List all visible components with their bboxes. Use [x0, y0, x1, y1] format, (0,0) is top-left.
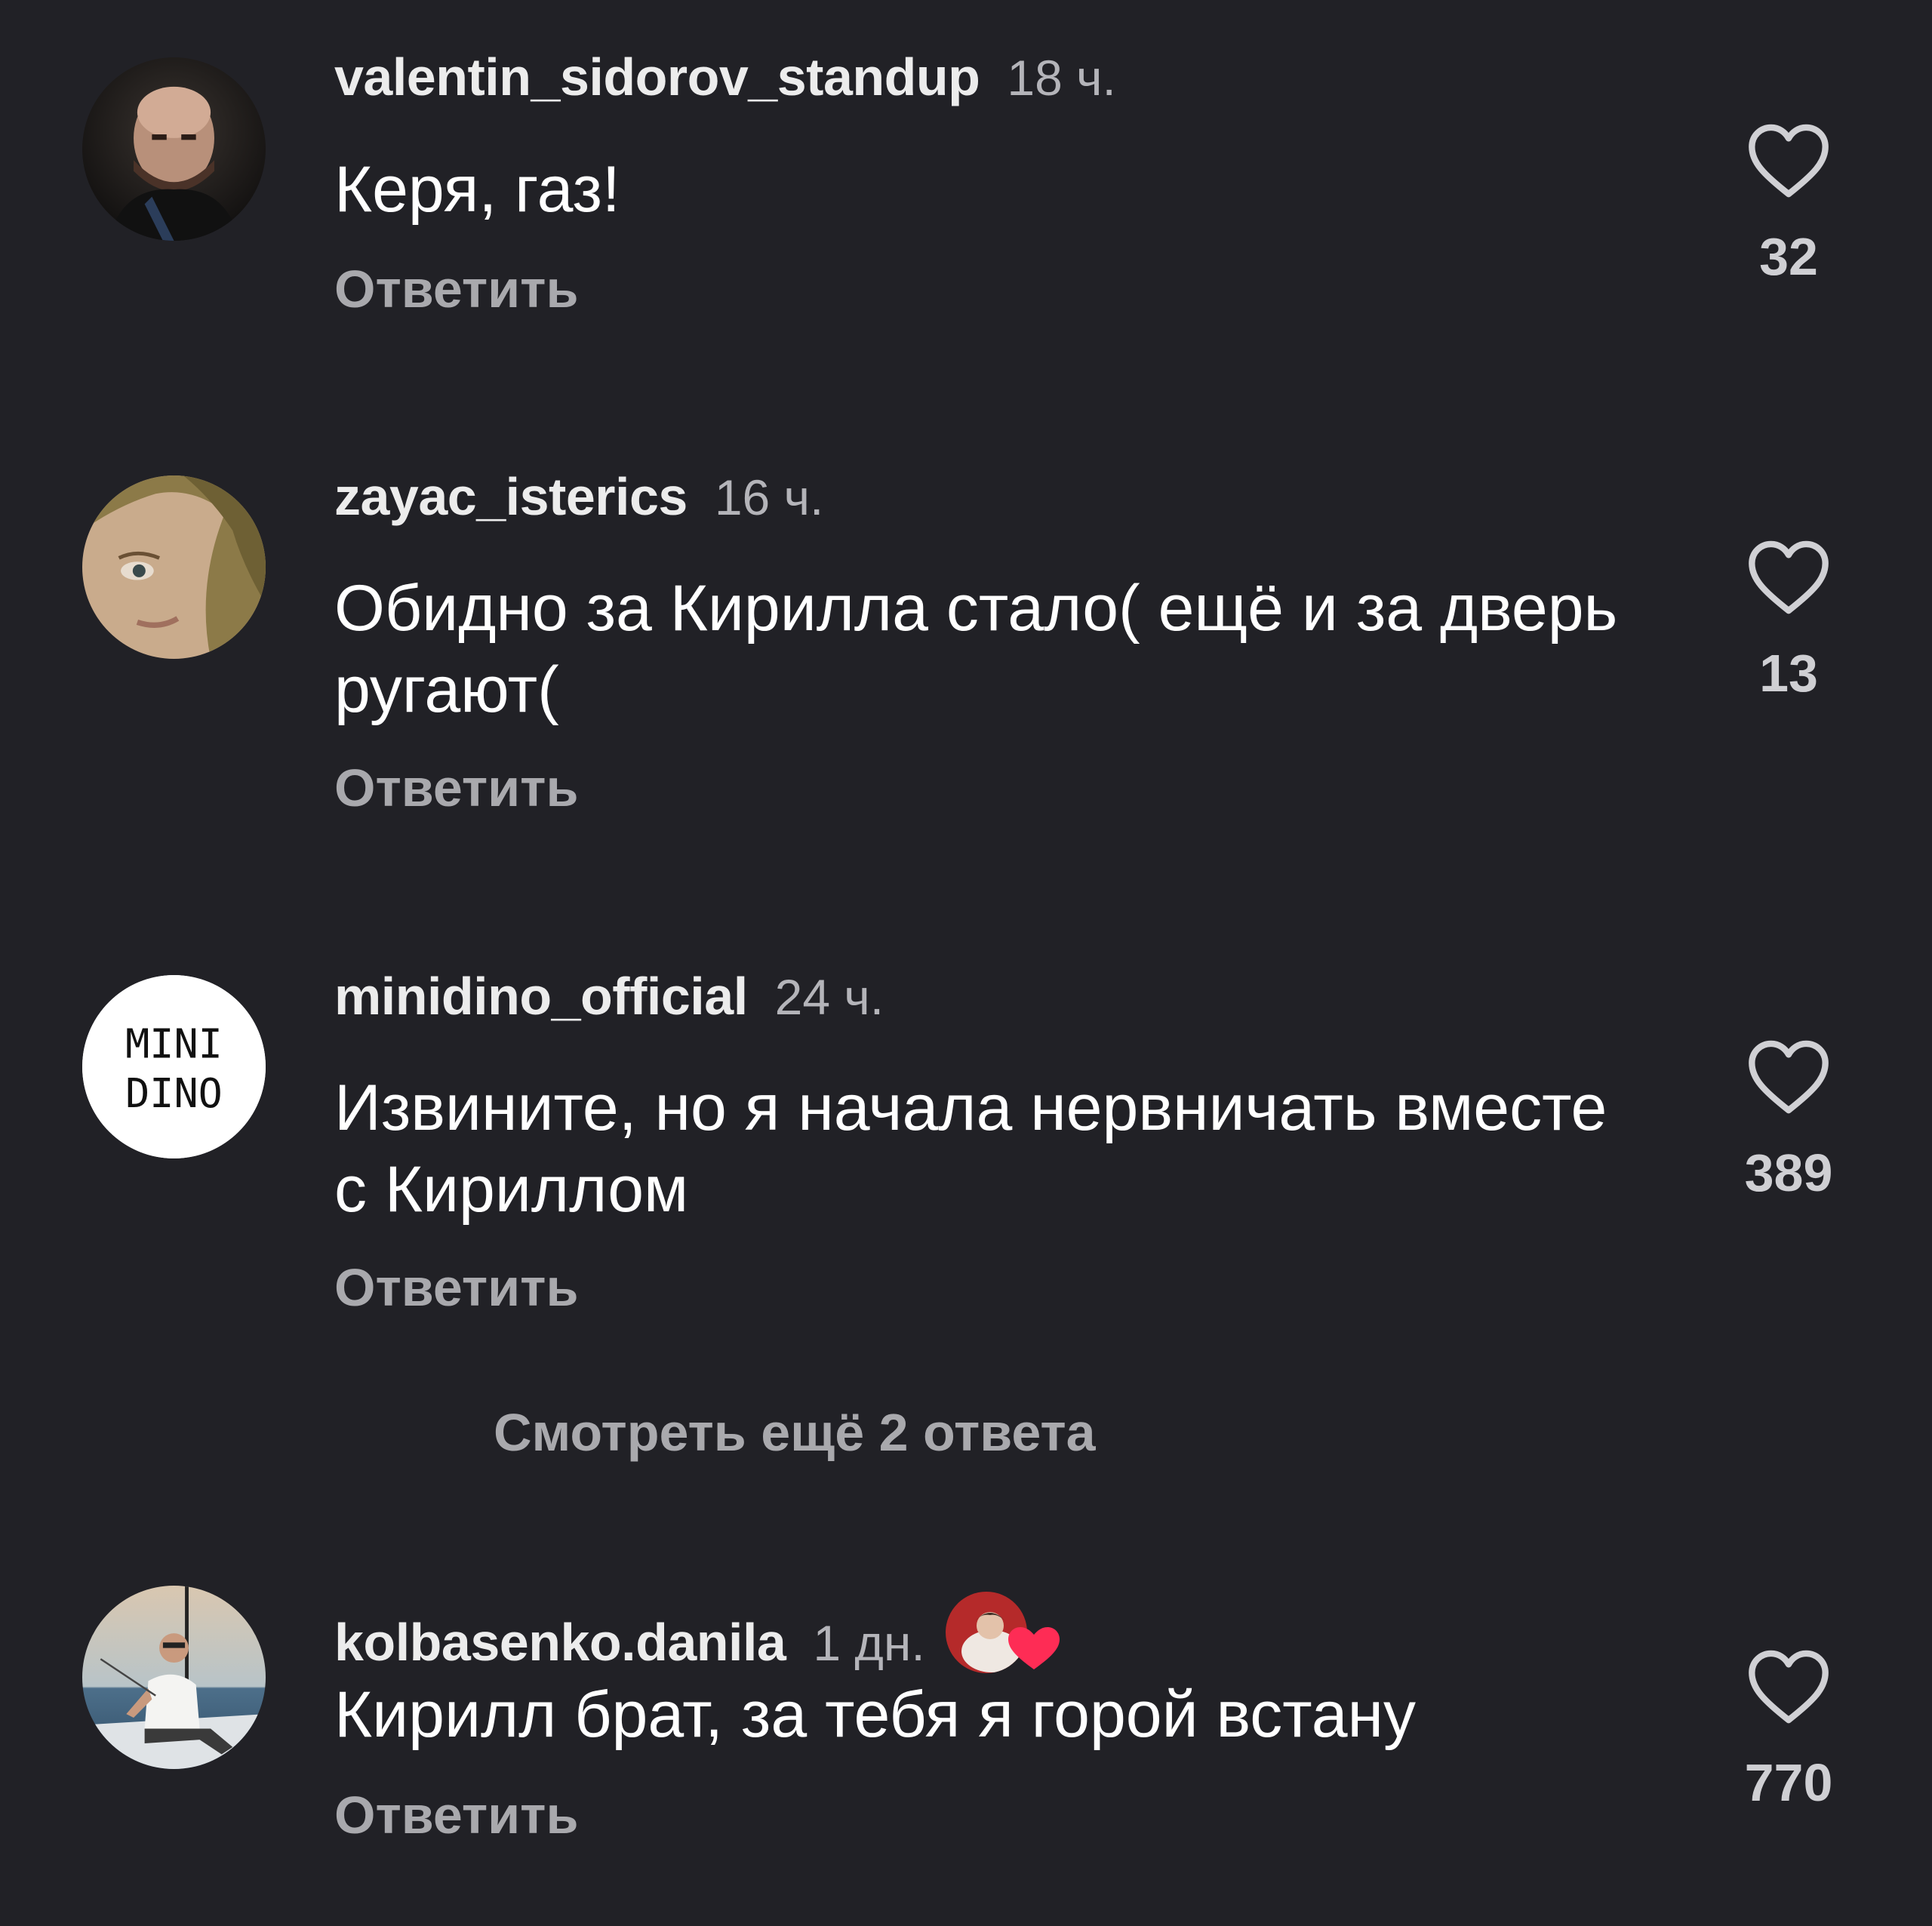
logo-line-2: DINO [125, 1069, 223, 1117]
comment-username[interactable]: kolbasenko.danila [334, 1612, 786, 1672]
heart-outline-icon [1749, 1650, 1829, 1724]
comment-timestamp: 16 ч. [714, 469, 824, 525]
avatar[interactable] [82, 475, 266, 659]
avatar[interactable] [82, 57, 266, 241]
minidino-logo-avatar-icon: MINI DINO [82, 975, 266, 1158]
like-count: 13 [1759, 644, 1818, 703]
reply-button[interactable]: Ответить [334, 259, 578, 319]
like-button[interactable]: 13 [1713, 539, 1864, 703]
man-on-boat-avatar-icon [82, 1586, 266, 1769]
like-button[interactable]: 770 [1713, 1648, 1864, 1813]
logo-line-1: MINI [125, 1020, 223, 1067]
comment-text: Керя, газ! [334, 153, 620, 226]
view-more-replies-button[interactable]: Смотреть ещё 2 ответа [494, 1402, 1096, 1463]
like-button[interactable]: 32 [1713, 122, 1864, 287]
comment-timestamp: 1 дн. [813, 1615, 925, 1671]
avatar[interactable] [82, 1586, 266, 1769]
heart-outline-icon [1749, 1040, 1829, 1114]
like-count: 389 [1744, 1143, 1833, 1202]
comment-username[interactable]: zayac_isterics [334, 466, 688, 527]
comment-username[interactable]: minidino_official [334, 966, 748, 1026]
creator-liked-badge [945, 1591, 1062, 1674]
bald-man-avatar-icon [82, 57, 266, 241]
comment-username[interactable]: valentin_sidorov_standup [334, 47, 980, 107]
comment-text: Кирилл брат, за тебя я горой встану [334, 1678, 1417, 1751]
comment-text: Обидно за Кирилла стало( ещё и за дверь … [334, 572, 1618, 726]
heart-outline-icon [1749, 124, 1829, 198]
comment-timestamp: 18 ч. [1007, 50, 1116, 106]
reply-button[interactable]: Ответить [334, 1785, 578, 1845]
like-count: 770 [1744, 1753, 1833, 1812]
reply-button[interactable]: Ответить [334, 758, 578, 818]
avatar[interactable]: MINI DINO [82, 975, 266, 1158]
like-count: 32 [1759, 227, 1818, 286]
creator-heart-icon [1008, 1627, 1060, 1669]
comment-text: Извините, но я начала нервничать вместе … [334, 1072, 1607, 1226]
woman-closeup-avatar-icon [82, 475, 266, 659]
heart-outline-icon [1749, 540, 1829, 614]
like-button[interactable]: 389 [1713, 1038, 1864, 1203]
reply-button[interactable]: Ответить [334, 1257, 578, 1318]
comment-timestamp: 24 ч. [774, 969, 884, 1025]
